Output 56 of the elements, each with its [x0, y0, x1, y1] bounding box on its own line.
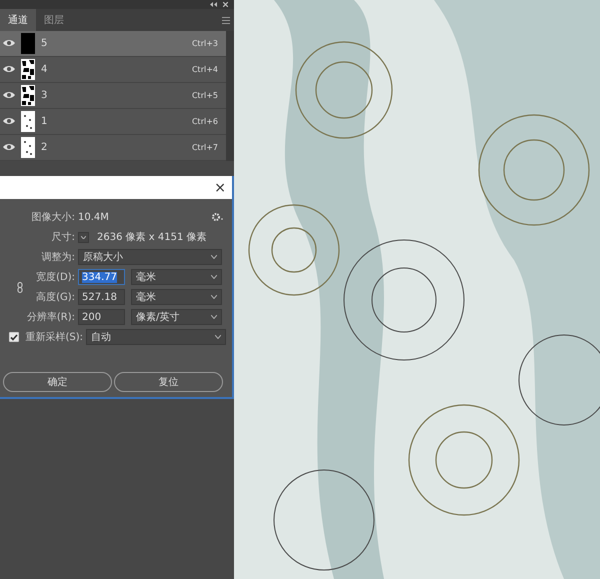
fit-to-dropdown[interactable]: 原稿大小: [78, 249, 222, 265]
caret-icon: [211, 255, 217, 259]
channel-row[interactable]: 1 Ctrl+6: [0, 109, 226, 135]
field-label: 尺寸:: [50, 230, 76, 244]
image-size-value: 10.4M: [78, 210, 110, 224]
eye-icon[interactable]: [3, 64, 15, 72]
eye-icon[interactable]: [3, 116, 15, 124]
channel-name: 2: [41, 141, 48, 155]
eye-icon[interactable]: [3, 142, 15, 150]
channel-name: 1: [41, 115, 48, 129]
caret-icon: [211, 315, 217, 319]
number-input-field[interactable]: 527.18: [78, 289, 125, 305]
close-button[interactable]: ×: [214, 180, 226, 194]
panel-tab[interactable]: 图层: [36, 9, 72, 31]
link-icon[interactable]: [17, 282, 23, 292]
shortcut-text: Ctrl+3: [192, 38, 218, 50]
eye-icon[interactable]: [3, 38, 15, 46]
collapse-icon[interactable]: [210, 2, 217, 7]
number-input-field[interactable]: 200: [78, 309, 125, 325]
scrollbar[interactable]: [226, 31, 234, 161]
close-icon[interactable]: [223, 2, 228, 7]
dialog-button[interactable]: 确定: [3, 372, 112, 392]
unit-dropdown[interactable]: 像素/英寸: [131, 309, 222, 325]
channel-row[interactable]: 4 Ctrl+4: [0, 57, 226, 83]
field-label: 重新采样(S):: [24, 330, 84, 344]
unit-dropdown[interactable]: 毫米: [131, 269, 222, 285]
field-label: 分辨率(R):: [26, 310, 76, 324]
channel-name: 3: [41, 89, 48, 103]
dropdown-toggle[interactable]: [78, 232, 89, 242]
shortcut-text: Ctrl+7: [192, 142, 218, 154]
settings-icon[interactable]: [212, 213, 223, 221]
channel-name: 5: [41, 37, 48, 51]
field-label: 调整为:: [40, 250, 76, 264]
caret-icon: [211, 275, 217, 279]
channel-row[interactable]: 5 Ctrl+3: [0, 31, 226, 57]
dialog-button[interactable]: 复位: [114, 372, 223, 392]
shortcut-text: Ctrl+4: [192, 64, 218, 76]
field-label: 高度(G):: [35, 290, 76, 304]
unit-dropdown[interactable]: 毫米: [131, 289, 222, 305]
field-label: 宽度(D):: [0, 270, 78, 284]
resample-dropdown[interactable]: 自动: [86, 329, 226, 345]
shortcut-text: Ctrl+6: [192, 116, 218, 128]
caret-icon: [211, 295, 217, 299]
checkbox[interactable]: [9, 332, 19, 342]
shortcut-text: Ctrl+5: [192, 90, 218, 102]
channel-row[interactable]: 3 Ctrl+5: [0, 83, 226, 109]
panel-tab[interactable]: 通道: [0, 9, 36, 31]
menu-icon[interactable]: [222, 16, 230, 24]
number-input-field[interactable]: 334.77: [78, 269, 125, 285]
eye-icon[interactable]: [3, 90, 15, 98]
field-label: 图像大小:: [30, 210, 76, 224]
channel-row[interactable]: 2 Ctrl+7: [0, 135, 226, 161]
dimensions-value: 2636 像素 x 4151 像素: [97, 230, 207, 244]
channel-name: 4: [41, 63, 48, 77]
caret-icon: [81, 236, 86, 238]
caret-icon: [215, 335, 221, 339]
